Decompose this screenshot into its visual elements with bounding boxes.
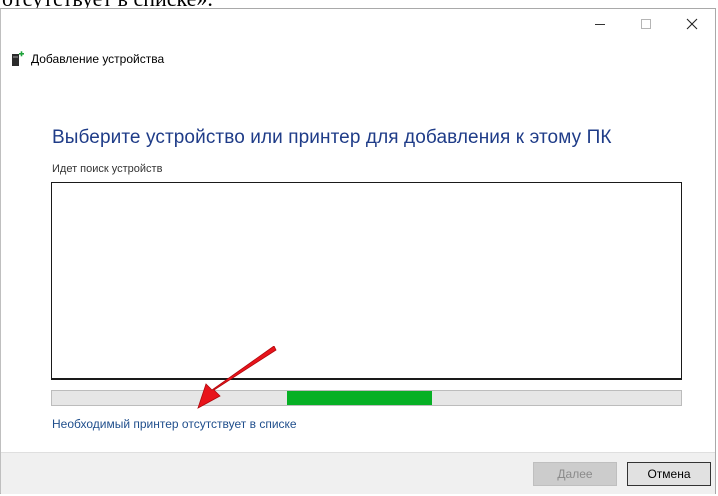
window-header: Добавление устройства <box>11 49 164 69</box>
dialog-footer: Далее Отмена <box>1 452 715 494</box>
window-title: Добавление устройства <box>31 52 165 66</box>
search-status-text: Идет поиск устройств <box>52 163 163 175</box>
minimize-button[interactable] <box>577 9 623 39</box>
search-progress-bar <box>51 390 682 406</box>
red-arrow-annotation-icon <box>197 346 277 409</box>
page-heading: Выберите устройство или принтер для доба… <box>52 127 612 148</box>
progress-bar-fill <box>286 391 432 405</box>
maximize-icon <box>641 19 651 29</box>
window-caption-buttons <box>577 9 715 39</box>
close-icon <box>686 18 698 30</box>
missing-printer-link[interactable]: Необходимый принтер отсутствует в списке <box>52 417 297 431</box>
cancel-button[interactable]: Отмена <box>627 462 711 486</box>
close-button[interactable] <box>669 9 715 39</box>
add-device-window: Добавление устройства Выберите устройств… <box>0 8 716 494</box>
next-button[interactable]: Далее <box>533 462 617 486</box>
minimize-icon <box>595 24 605 25</box>
caption-text: отсутствует в списке». <box>2 0 213 8</box>
article-caption-fragment: отсутствует в списке». <box>0 0 718 8</box>
device-list[interactable] <box>51 182 682 380</box>
maximize-button[interactable] <box>623 9 669 39</box>
printer-add-icon <box>11 51 25 67</box>
